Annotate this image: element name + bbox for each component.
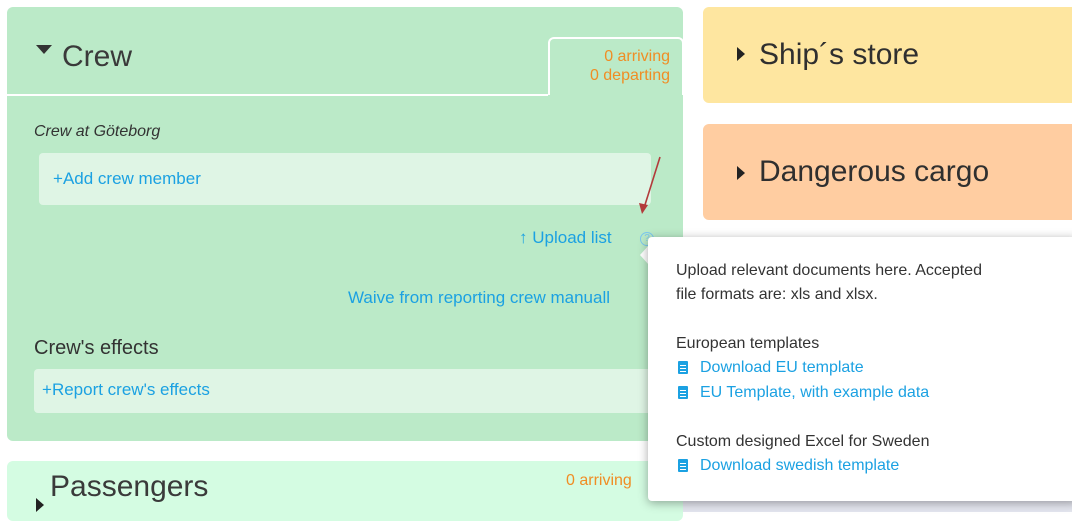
crew-effects-title: Crew's effects [34,337,159,359]
document-icon [678,386,688,399]
plus-icon: + [53,169,63,188]
upload-arrow-icon: ↑ [519,228,528,247]
crew-location-label: Crew at Göteborg [34,123,161,140]
caret-right-icon [737,47,745,61]
caret-right-icon [36,498,44,512]
crew-panel: Crew 0 arriving 0 departing Crew at Göte… [7,7,684,441]
crew-departing-count: 0 departing [589,67,670,84]
dangerous-cargo-panel[interactable]: Dangerous cargo [703,124,1072,220]
eu-template-example-link[interactable]: EU Template, with example data [700,384,929,402]
crew-title[interactable]: Crew [62,40,132,74]
caret-down-icon[interactable] [36,45,52,54]
waive-reporting-link[interactable]: Waive from reporting crew manuall [348,288,651,308]
download-eu-template-link[interactable]: Download EU template [700,359,864,377]
dangerous-cargo-title[interactable]: Dangerous cargo [759,155,989,189]
plus-icon: + [42,380,52,399]
add-crew-member-row[interactable]: +Add crew member [39,153,651,205]
ship-store-title[interactable]: Ship´s store [759,38,919,72]
upload-list-link[interactable]: ↑ Upload list [519,228,612,248]
crew-arriving-count: 0 arriving [604,48,670,65]
tooltip-description-line2: file formats are: xls and xlsx. [676,286,878,303]
report-crew-effects-link[interactable]: +Report crew's effects [42,380,210,400]
crew-header-divider [7,94,548,96]
document-icon [678,361,688,374]
document-icon [678,459,688,472]
caret-right-icon [737,166,745,180]
tooltip-description-line1: Upload relevant documents here. Accepted [676,262,982,279]
custom-excel-heading: Custom designed Excel for Sweden [676,433,930,450]
european-templates-heading: European templates [676,335,820,352]
passengers-arriving-count: 0 arriving [566,472,632,489]
crew-count-tab: 0 arriving 0 departing [548,37,684,95]
add-crew-member-link[interactable]: +Add crew member [53,169,201,189]
ship-store-panel[interactable]: Ship´s store [703,7,1072,103]
upload-help-tooltip: Upload relevant documents here. Accepted… [648,237,1072,501]
passengers-title[interactable]: Passengers [50,470,208,504]
download-swedish-template-link[interactable]: Download swedish template [700,457,899,475]
report-effects-row[interactable]: +Report crew's effects [34,369,674,413]
